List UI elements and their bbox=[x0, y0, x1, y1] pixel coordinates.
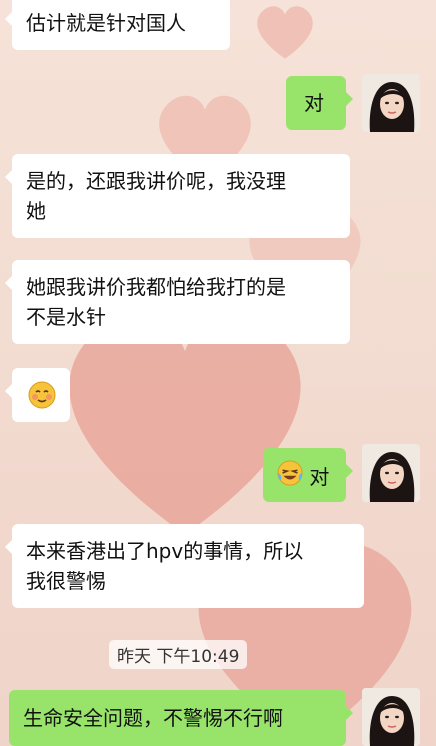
slightly-smiling-blushing-face-icon bbox=[28, 381, 56, 417]
message-text: 她跟我讲价我都怕给我打的是 不是水针 bbox=[26, 275, 286, 329]
message-text: 估计就是针对国人 bbox=[26, 11, 186, 35]
message-bubble-sent[interactable]: 生命安全问题，不警惕不行啊 bbox=[9, 690, 353, 746]
message-text: 本来香港出了hpv的事情，所以 我很警惕 bbox=[26, 539, 304, 593]
message-bubble-received[interactable] bbox=[5, 368, 70, 422]
message-text: 生命安全问题，不警惕不行啊 bbox=[23, 706, 283, 730]
message-bubble-received[interactable]: 她跟我讲价我都怕给我打的是 不是水针 bbox=[5, 260, 350, 344]
message-timestamp: 昨天 下午10:49 bbox=[109, 640, 248, 669]
message-bubble-sent[interactable]: 对 bbox=[286, 76, 353, 130]
message-text: 对 bbox=[304, 91, 324, 115]
message-bubble-received[interactable]: 是的，还跟我讲价呢，我没理 她 bbox=[5, 154, 350, 238]
user-avatar[interactable] bbox=[362, 688, 420, 746]
chat-screen: 估计就是针对国人 对 是的，还跟我讲价呢，我没理 她 她跟我讲价我都怕给我打的是… bbox=[0, 0, 436, 746]
laughing-crying-face-icon bbox=[277, 460, 303, 494]
message-text: 对 bbox=[309, 465, 330, 489]
user-avatar[interactable] bbox=[362, 444, 420, 502]
background-heart-icon bbox=[250, 0, 320, 60]
message-bubble-received[interactable]: 估计就是针对国人 bbox=[5, 0, 230, 50]
message-text: 是的，还跟我讲价呢，我没理 她 bbox=[26, 169, 286, 223]
message-bubble-sent[interactable]: 对 bbox=[263, 448, 353, 502]
user-avatar[interactable] bbox=[362, 74, 420, 132]
message-bubble-received[interactable]: 本来香港出了hpv的事情，所以 我很警惕 bbox=[5, 524, 364, 608]
